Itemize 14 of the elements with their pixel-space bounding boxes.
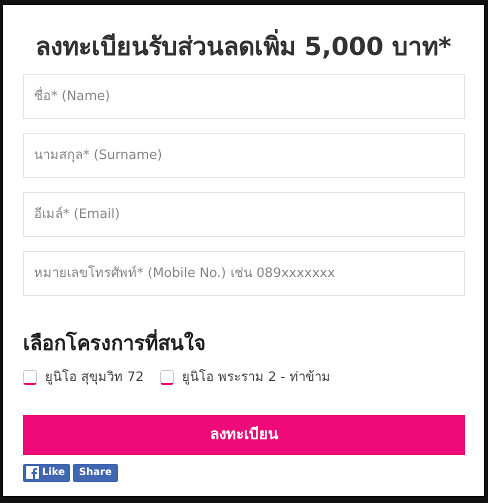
- input-field[interactable]: หมายเลขโทรศัพท์* (Mobile No.) เช่น 089xxxxxxx: [23, 251, 465, 296]
- checkbox-label: ยูนิโอ สุขุมวิท 72: [45, 368, 144, 387]
- checkbox[interactable]: [23, 370, 37, 386]
- register-button[interactable]: ลงทะเบียน: [23, 414, 465, 454]
- input-field[interactable]: นามสกุล* (Surname): [23, 133, 465, 178]
- share-button[interactable]: Share: [72, 464, 118, 482]
- form-title: ลงทะเบียนรับส่วนลดเพิ่ม 5,000 บาท*: [23, 29, 464, 65]
- checkbox[interactable]: [160, 370, 174, 386]
- like-button[interactable]: Like: [23, 464, 70, 482]
- facebook-icon: [26, 466, 39, 479]
- input-field[interactable]: อีเมล์* (Email): [23, 192, 465, 237]
- checkbox-label: ยูนิโอ พระราม 2 - ท่าข้าม: [182, 368, 330, 387]
- input-field[interactable]: ชื่อ* (Name): [23, 74, 465, 119]
- section-heading: เลือกโครงการที่สนใจ: [23, 329, 207, 357]
